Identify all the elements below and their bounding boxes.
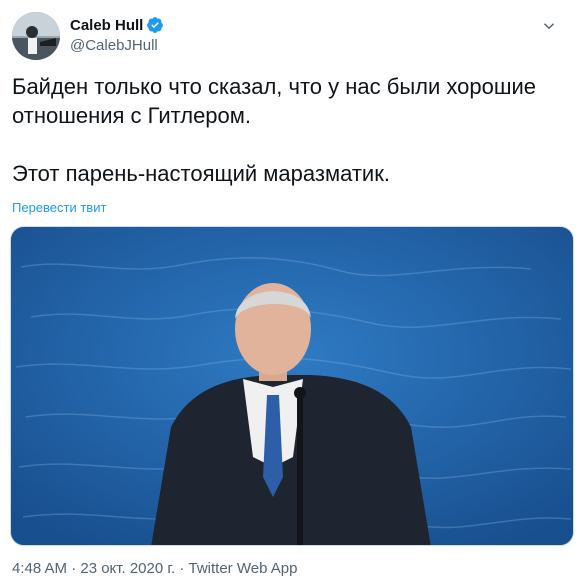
verified-badge-icon: [146, 16, 164, 34]
author-handle[interactable]: @CalebJHull: [70, 37, 164, 54]
tweet-text: Байден только что сказал, что у нас были…: [12, 74, 537, 186]
more-options-button[interactable]: [534, 14, 564, 38]
author-display-name[interactable]: Caleb Hull: [70, 17, 143, 34]
tweet-video[interactable]: [10, 226, 574, 546]
chevron-down-icon: [543, 23, 555, 30]
tweet-timestamp[interactable]: 4:48 AM · 23 окт. 2020 г. · Twitter Web …: [12, 560, 297, 577]
translate-tweet-link[interactable]: Перевести твит: [12, 200, 106, 215]
video-frame: [11, 227, 573, 545]
tweet-header: Caleb Hull @CalebJHull: [12, 12, 568, 60]
avatar[interactable]: [12, 12, 60, 60]
